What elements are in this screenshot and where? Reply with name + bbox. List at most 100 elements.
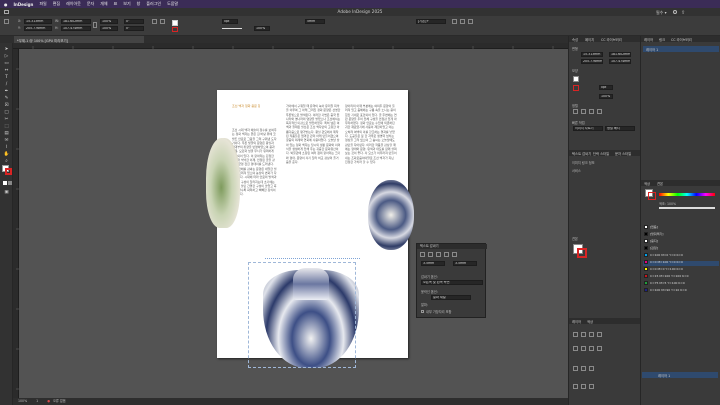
quick-action-crop[interactable]: 이미지 자르기: [573, 126, 603, 131]
w-field[interactable]: 181.602mm: [61, 19, 91, 24]
tab-character-styles[interactable]: 문자 스타일: [615, 151, 631, 156]
line-tool-icon[interactable]: /: [3, 82, 10, 87]
text-wrap-panel-title[interactable]: 텍스트 감싸기: [417, 244, 487, 249]
selection-tool-icon[interactable]: ➤: [3, 47, 10, 52]
gap-tool-icon[interactable]: ↔: [3, 68, 10, 73]
contour-type-select[interactable]: 알파 채널: [431, 295, 471, 300]
menu-table[interactable]: 표: [114, 1, 118, 7]
eyedropper-tool-icon[interactable]: ⌇: [3, 145, 10, 150]
swatch-row[interactable]: [검정]: [644, 246, 718, 251]
prop-h-field[interactable]: 107.474mm: [609, 59, 631, 64]
share-icon[interactable]: ⇪: [681, 10, 685, 16]
y-field[interactable]: 205.776mm: [24, 26, 52, 31]
scale-y-field[interactable]: 100%: [100, 26, 118, 31]
prop-y-field[interactable]: 205.776mm: [581, 59, 603, 64]
menu-file[interactable]: 파일: [39, 1, 46, 7]
swatch-stroke-icon[interactable]: [648, 192, 656, 200]
jump-object-icon[interactable]: [444, 252, 449, 257]
menu-window[interactable]: 창: [137, 1, 141, 7]
screen-mode-icon[interactable]: ▣: [3, 190, 10, 195]
note-tool-icon[interactable]: ✉: [3, 138, 10, 143]
tab-swatches[interactable]: 견본: [657, 181, 663, 186]
preflight-status[interactable]: 오류 없음: [53, 399, 66, 403]
prop-stroke-large-icon[interactable]: [577, 248, 587, 258]
h-field[interactable]: 107.474mm: [61, 26, 91, 31]
distribute-center-icon[interactable]: [581, 366, 586, 371]
menu-layout[interactable]: 레이아웃: [66, 1, 81, 7]
stroke-swatch-icon[interactable]: [172, 27, 178, 32]
swatch-row[interactable]: C=75 M=5 Y=100 K=0: [644, 281, 718, 286]
pathfinder-intersect-icon[interactable]: [589, 332, 594, 337]
fit-content-icon[interactable]: [452, 19, 457, 24]
tab-pages[interactable]: 페이지: [585, 37, 594, 42]
vase-image-left[interactable]: [206, 138, 240, 228]
tab-cc-libraries-2[interactable]: CC 라이브러리: [671, 37, 692, 42]
direct-selection-tool-icon[interactable]: ▷: [3, 54, 10, 59]
menu-help[interactable]: 도움말: [167, 1, 178, 7]
layer-row[interactable]: 레이어 1: [643, 46, 719, 52]
swatch-row[interactable]: C=100 M=90 Y=10 K=0: [644, 288, 718, 293]
apple-icon[interactable]: ●: [4, 2, 8, 7]
pathfinder-exclude-icon[interactable]: [597, 332, 602, 337]
tab-paragraph-styles[interactable]: 단락 스타일: [593, 151, 609, 156]
tab-text-wrap[interactable]: 텍스트 감싸기: [572, 151, 591, 156]
center-content-icon[interactable]: [468, 19, 473, 24]
apply-gradient-icon[interactable]: [8, 181, 12, 185]
gradient-tool-icon[interactable]: ▤: [3, 131, 10, 136]
wrap-bounding-box-icon[interactable]: [428, 252, 433, 257]
prop-stroke-weight[interactable]: 0pt: [599, 85, 613, 90]
convert-shape-rect-icon[interactable]: [573, 346, 578, 351]
swatch-row[interactable]: C=15 M=100 Y=100 K=0: [644, 274, 718, 279]
pathfinder-add-icon[interactable]: [573, 332, 578, 337]
distribute-right-icon[interactable]: [589, 384, 594, 389]
page-tool-icon[interactable]: ▭: [3, 61, 10, 66]
include-edges-checkbox[interactable]: [421, 310, 424, 313]
no-wrap-icon[interactable]: [420, 252, 425, 257]
type-tool-icon[interactable]: T: [3, 75, 10, 80]
align-top-icon[interactable]: [597, 109, 602, 114]
convert-shape-triangle-icon[interactable]: [597, 346, 602, 351]
vertical-ruler[interactable]: [13, 49, 19, 398]
tab-color[interactable]: 색상: [644, 181, 650, 186]
stroke-type-line[interactable]: [222, 28, 242, 29]
constrain-proportions-icon[interactable]: [93, 22, 97, 28]
align-left-icon[interactable]: [573, 109, 578, 114]
prop-stroke-icon[interactable]: [573, 85, 579, 91]
page-heading[interactable]: 조선 백자 청화 용문 항아리: [232, 104, 260, 109]
size-field[interactable]: 5mm: [305, 19, 325, 24]
workspace-switcher[interactable]: 필수 ▾: [656, 10, 667, 16]
convert-shape-round-icon[interactable]: [581, 346, 586, 351]
prop-x-field[interactable]: 15.313mm: [581, 52, 603, 57]
pencil-tool-icon[interactable]: ✎: [3, 96, 10, 101]
wrap-to-select[interactable]: 오른쪽 및 왼쪽 측면: [421, 280, 483, 285]
page-number[interactable]: 1: [36, 399, 38, 403]
selected-frame-bounds[interactable]: [248, 262, 356, 368]
scissors-tool-icon[interactable]: ✂: [3, 117, 10, 122]
document-tab[interactable]: *무제-1 @ 100% [GPU 미리보기]: [14, 36, 144, 43]
free-transform-tool-icon[interactable]: ⬚: [3, 124, 10, 129]
prop-opacity[interactable]: 100%: [599, 94, 613, 99]
convert-shape-ellipse-icon[interactable]: [589, 346, 594, 351]
flip-horizontal-icon[interactable]: [152, 19, 157, 24]
swatch-row[interactable]: C=0 M=0 Y=100 K=0: [644, 267, 718, 272]
swatch-row[interactable]: [용지]: [644, 239, 718, 244]
wrap-offset-bottom[interactable]: 3.5mm: [453, 261, 477, 266]
swatch-row[interactable]: [맞춰찍기]: [644, 232, 718, 237]
align-center-icon[interactable]: [581, 109, 586, 114]
menu-edit[interactable]: 편집: [53, 1, 60, 7]
distribute-top-icon[interactable]: [573, 366, 578, 371]
fit-frame-icon[interactable]: [460, 19, 465, 24]
zoom-level[interactable]: 100%: [18, 399, 27, 403]
scale-x-field[interactable]: 100%: [100, 19, 118, 24]
distribute-bottom-icon[interactable]: [589, 366, 594, 371]
wrap-object-shape-icon[interactable]: [436, 252, 441, 257]
tint-slider[interactable]: [659, 207, 715, 209]
flip-vertical-icon[interactable]: [160, 19, 165, 24]
tab-layers-small[interactable]: 레이어: [572, 319, 581, 324]
rectangle-tool-icon[interactable]: □: [3, 110, 10, 115]
tab-layers[interactable]: 레이어: [644, 37, 653, 42]
opacity-field[interactable]: 100%: [254, 26, 270, 31]
object-style-select[interactable]: [기본]+: [416, 19, 446, 24]
pathfinder-subtract-icon[interactable]: [581, 332, 586, 337]
bottom-layer-row[interactable]: 레이어 1: [642, 372, 718, 378]
